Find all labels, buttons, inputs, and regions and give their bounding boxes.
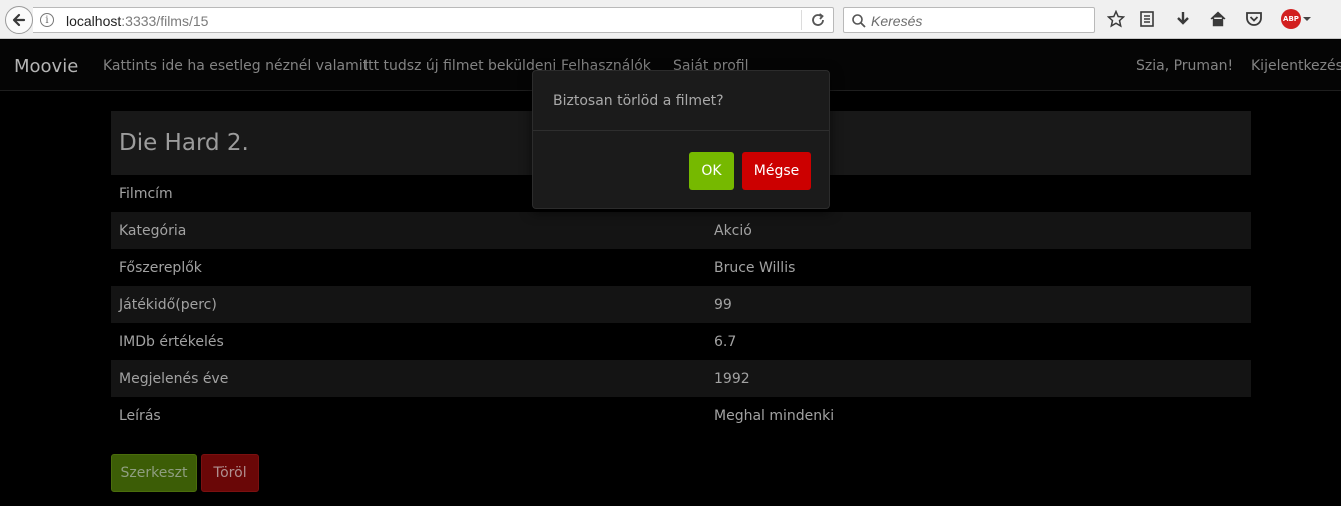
row-value: Bruce Willis (714, 259, 796, 276)
url-text[interactable]: localhost:3333/films/15 (66, 13, 208, 29)
brand-link[interactable]: Moovie (14, 56, 78, 77)
table-row: Főszereplők Bruce Willis (111, 249, 1251, 286)
row-value: 99 (714, 296, 732, 313)
back-arrow-icon (12, 13, 26, 27)
table-row: IMDb értékelés 6.7 (111, 323, 1251, 360)
nav-logout[interactable]: Kijelentkezés (1251, 58, 1341, 74)
row-value: 1992 (714, 370, 750, 387)
table-row: Kategória Akció (111, 212, 1251, 249)
table-row: Megjelenés éve 1992 (111, 360, 1251, 397)
film-title: Die Hard 2. (119, 130, 249, 156)
reload-icon[interactable] (809, 11, 827, 29)
edit-button[interactable]: Szerkeszt (111, 454, 197, 492)
browser-toolbar: i localhost:3333/films/15 Keresés ABP (0, 0, 1341, 39)
table-row: Játékidő(perc) 99 (111, 286, 1251, 323)
nav-greeting[interactable]: Szia, Pruman! (1136, 58, 1233, 74)
row-value: Akció (714, 222, 752, 239)
cancel-button[interactable]: Mégse (742, 152, 811, 190)
search-icon (852, 14, 866, 28)
home-icon[interactable] (1208, 9, 1228, 29)
row-value: Meghal mindenki (714, 407, 835, 424)
url-separator (801, 10, 802, 30)
row-label: Játékidő(perc) (119, 296, 217, 313)
nav-link-watch[interactable]: Kattints ide ha esetleg néznél valamit (103, 58, 368, 74)
chevron-down-icon[interactable] (1303, 17, 1311, 21)
pocket-icon[interactable] (1244, 9, 1264, 29)
row-label: Kategória (119, 222, 187, 239)
dialog-message: Biztosan törlöd a filmet? (533, 71, 829, 131)
row-value: 6.7 (714, 333, 737, 350)
download-icon[interactable] (1173, 9, 1193, 29)
bookmark-star-icon[interactable] (1106, 9, 1126, 29)
table-row: Leírás Meghal mindenki (111, 397, 1251, 434)
search-input[interactable]: Keresés (871, 13, 922, 29)
nav-link-submit-film[interactable]: Itt tudsz új filmet beküldeni (364, 58, 556, 74)
row-label: Megjelenés éve (119, 370, 229, 387)
url-bar[interactable]: i localhost:3333/films/15 (33, 7, 834, 33)
confirm-delete-dialog: Biztosan törlöd a filmet? OK Mégse (532, 70, 830, 209)
delete-button[interactable]: Töröl (201, 454, 259, 492)
search-bar[interactable]: Keresés (843, 7, 1095, 33)
ok-button[interactable]: OK (689, 152, 734, 190)
site-info-icon[interactable]: i (40, 13, 54, 27)
row-label: Leírás (119, 407, 161, 424)
adblock-icon[interactable]: ABP (1281, 9, 1301, 29)
back-button[interactable] (5, 6, 33, 34)
reading-list-icon[interactable] (1137, 9, 1157, 29)
row-label: Főszereplők (119, 259, 202, 276)
row-label: IMDb értékelés (119, 333, 224, 350)
